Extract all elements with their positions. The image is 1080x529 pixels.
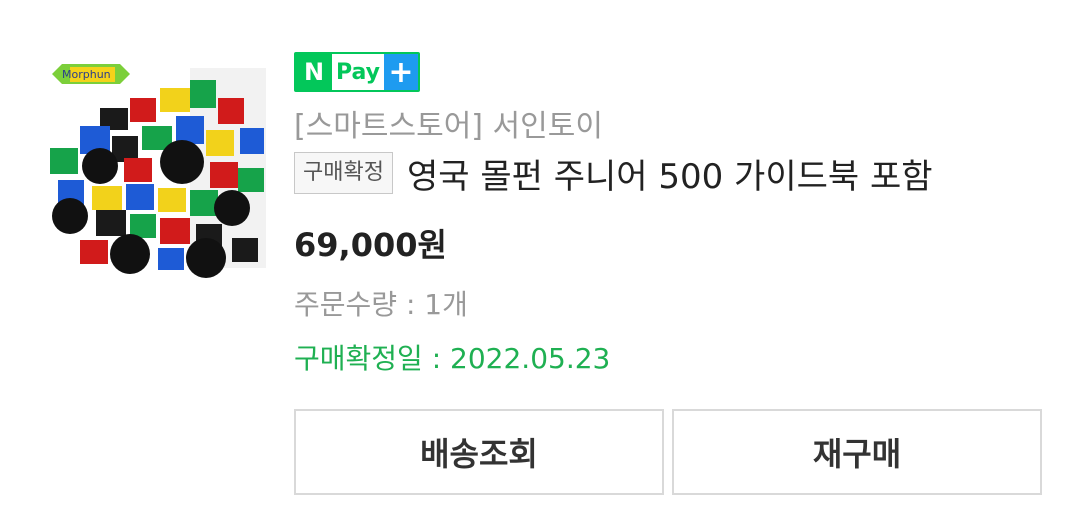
npay-plus-icon: + (384, 54, 418, 90)
track-delivery-label: 배송조회 (420, 435, 538, 473)
status-badge: 구매확정 (294, 152, 393, 194)
npay-badge: N Pay + (294, 52, 420, 92)
npay-n-logo: N (296, 54, 332, 90)
product-image: Morphun (40, 58, 266, 284)
npay-pay-label: Pay (332, 54, 384, 90)
product-title[interactable]: 영국 몰펀 주니어 500 가이드북 포함 (407, 149, 933, 198)
product-price: 69,000원 (294, 226, 447, 264)
product-thumbnail[interactable]: Morphun (40, 58, 266, 284)
track-delivery-button[interactable]: 배송조회 (294, 409, 664, 495)
product-title-row: 구매확정 영국 몰펀 주니어 500 가이드북 포함 (294, 149, 933, 198)
reorder-label: 재구매 (812, 435, 902, 473)
store-name[interactable]: [스마트스토어] 서인토이 (294, 101, 603, 145)
order-quantity: 주문수량 : 1개 (294, 288, 468, 321)
logo-text: Morphun (62, 68, 111, 81)
purchase-confirm-date: 구매확정일 : 2022.05.23 (294, 342, 611, 375)
reorder-button[interactable]: 재구매 (672, 409, 1042, 495)
